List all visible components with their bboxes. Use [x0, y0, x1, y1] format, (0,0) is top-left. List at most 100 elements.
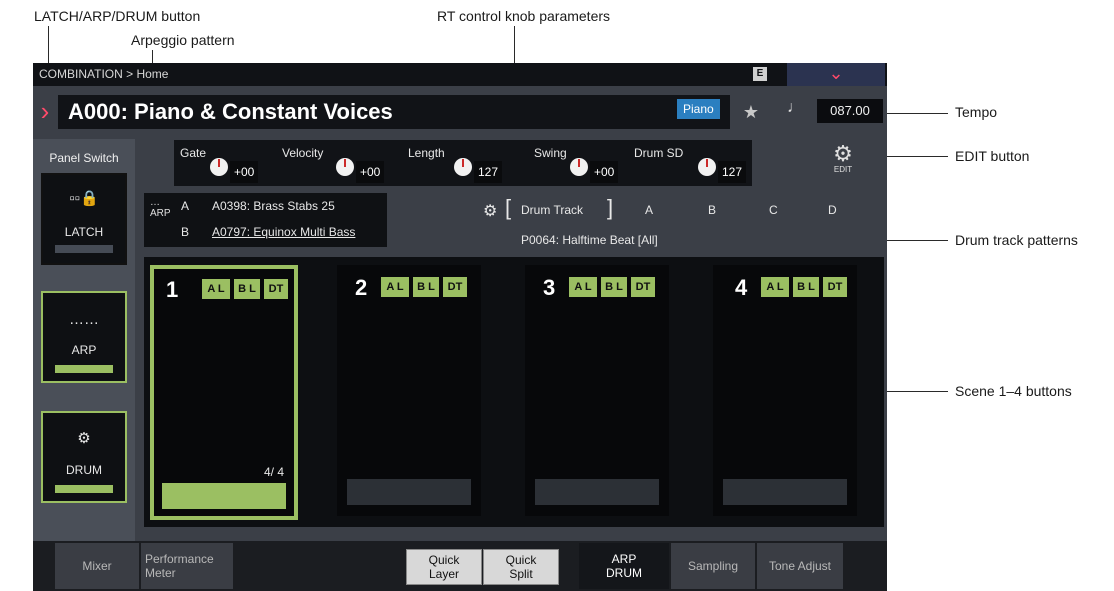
scene-tag-dt: DT [823, 277, 847, 297]
arp-b-label: B [181, 225, 190, 239]
edit-button[interactable]: ⚙ EDIT [823, 143, 863, 183]
rt-label-gate: Gate [180, 146, 207, 160]
rt-value-gate[interactable]: +00 [230, 161, 259, 183]
callout-edit: EDIT button [955, 148, 1030, 164]
rt-label-drum-sd: Drum SD [634, 146, 684, 160]
drum-col-b[interactable]: B [708, 203, 716, 217]
quick-split-label-2: Split [509, 567, 533, 581]
drum-bracket-close: ] [607, 195, 614, 220]
drum-pattern[interactable]: P0064: Halftime Beat [All] [521, 233, 658, 247]
arp-icon: …… [69, 311, 99, 328]
scene-buttons-frame: 1 A L B L DT 4/ 4 2 A L B L DT 3 A L B L… [144, 257, 884, 527]
drum-bracket-open: [ [505, 195, 512, 220]
scene-count: 4/ 4 [263, 465, 284, 479]
drum-col-a[interactable]: A [645, 203, 653, 217]
scene-tag-a: A L [569, 277, 597, 297]
callout-drum-patterns: Drum track patterns [955, 232, 1078, 248]
category-badge[interactable]: Piano [677, 99, 720, 119]
rt-value-drum-sd[interactable]: 127 [718, 161, 747, 183]
tab-sampling[interactable]: Sampling [671, 543, 755, 589]
scene-3-button[interactable]: 3 A L B L DT [525, 265, 669, 516]
quick-split-button[interactable]: Quick Split [483, 549, 559, 585]
callout-arp-pattern: Arpeggio pattern [131, 32, 235, 48]
drum-col-c[interactable]: C [769, 203, 778, 217]
scene-tag-dt: DT [264, 279, 288, 299]
prev-chevron-icon[interactable]: › [33, 95, 57, 129]
latch-button[interactable]: ▫▫🔒 LATCH [41, 173, 127, 265]
scene-number: 4 [735, 275, 748, 300]
gear-icon: ⚙ [833, 141, 853, 166]
tab-arp-drum-label-1: ARP [611, 552, 637, 566]
scene-4-button[interactable]: 4 A L B L DT [713, 265, 857, 516]
drum-indicator [55, 485, 113, 493]
breadcrumb: COMBINATION > Home [39, 67, 169, 81]
arp-b-pattern[interactable]: A0797: Equinox Multi Bass [212, 225, 355, 239]
program-name: A000: Piano & Constant Voices [68, 99, 393, 124]
callout-rt-knobs: RT control knob parameters [437, 8, 611, 24]
tab-tone-adjust[interactable]: Tone Adjust [757, 543, 843, 589]
scene-tag-a: A L [381, 277, 409, 297]
scene-bar [347, 479, 471, 505]
quick-split-label-1: Quick [505, 553, 537, 567]
rt-label-length: Length [408, 146, 445, 160]
title-bar: COMBINATION > Home E ⌄ [33, 63, 887, 86]
favorite-star-icon[interactable]: ★ [735, 97, 767, 127]
arp-button[interactable]: …… ARP [41, 291, 127, 383]
latch-label: LATCH [64, 225, 104, 239]
scene-tag-dt: DT [631, 277, 655, 297]
scene-tag-b: B L [793, 277, 819, 297]
swing-knob-icon[interactable] [570, 158, 588, 176]
tab-mixer-label: Mixer [82, 559, 112, 573]
scene-bar [162, 483, 286, 509]
tempo-value[interactable]: 087.00 [817, 99, 883, 123]
drum-track-icon: ⚙ [483, 203, 498, 220]
drum-label: DRUM [66, 463, 102, 477]
combination-home-screen: COMBINATION > Home E ⌄ › A000: Piano & C… [33, 63, 887, 591]
callout-tempo: Tempo [955, 104, 998, 120]
scene-bar [535, 479, 659, 505]
quick-layer-label-2: Layer [428, 567, 460, 581]
arp-a-label: A [181, 199, 190, 213]
tab-mixer[interactable]: Mixer [55, 543, 139, 589]
scene-tag-b: B L [413, 277, 439, 297]
scene-1-button[interactable]: 1 A L B L DT 4/ 4 [150, 265, 298, 520]
arp-label: ARP [71, 343, 97, 357]
callout-latch-arp-drum: LATCH/ARP/DRUM button [34, 8, 201, 24]
program-name-field[interactable]: A000: Piano & Constant Voices Piano [58, 95, 730, 129]
arp-small-icon: … ARP [150, 197, 171, 219]
arp-indicator [55, 365, 113, 373]
arp-icon-label: ARP [150, 208, 171, 219]
tab-perf-label-2: Meter [145, 566, 176, 580]
menu-chevron-icon[interactable]: ⌄ [787, 63, 885, 86]
drum-track-label: Drum Track [521, 203, 584, 217]
gate-knob-icon[interactable] [210, 158, 228, 176]
rt-control-bar: Gate +00 Velocity +00 Length 127 Swing +… [174, 140, 752, 186]
rt-value-swing[interactable]: +00 [590, 161, 619, 183]
rt-value-length[interactable]: 127 [474, 161, 503, 183]
scene-2-button[interactable]: 2 A L B L DT [337, 265, 481, 516]
drum-sd-knob-icon[interactable] [698, 158, 716, 176]
tab-arp-drum[interactable]: ARP DRUM [579, 543, 669, 589]
length-knob-icon[interactable] [454, 158, 472, 176]
panel-switch-section: Panel Switch ▫▫🔒 LATCH …… ARP ⚙ DRUM [33, 139, 135, 591]
scene-tag-b: B L [601, 277, 627, 297]
latch-indicator [55, 245, 113, 253]
rt-value-velocity[interactable]: +00 [356, 161, 385, 183]
velocity-knob-icon[interactable] [336, 158, 354, 176]
tab-arp-drum-label-2: DRUM [606, 566, 642, 580]
latch-lock-icon: ▫▫🔒 [69, 190, 99, 207]
arpeggio-pattern-box[interactable]: … ARP A A0398: Brass Stabs 25 B A0797: Eq… [144, 193, 387, 247]
callout-scenes: Scene 1–4 buttons [955, 383, 1072, 399]
quick-layer-button[interactable]: Quick Layer [406, 549, 482, 585]
tab-performance-meter[interactable]: Performance Meter [141, 543, 233, 589]
tab-sampling-label: Sampling [687, 559, 739, 573]
tab-perf-label-1: Performance [145, 552, 214, 566]
drum-button[interactable]: ⚙ DRUM [41, 411, 127, 503]
arp-a-pattern[interactable]: A0398: Brass Stabs 25 [212, 199, 335, 213]
scene-number: 2 [355, 275, 368, 300]
quick-layer-label-1: Quick [428, 553, 460, 567]
edit-label: EDIT [833, 165, 853, 174]
callout-line [886, 391, 948, 392]
drum-col-d[interactable]: D [828, 203, 837, 217]
scene-tag-dt: DT [443, 277, 467, 297]
